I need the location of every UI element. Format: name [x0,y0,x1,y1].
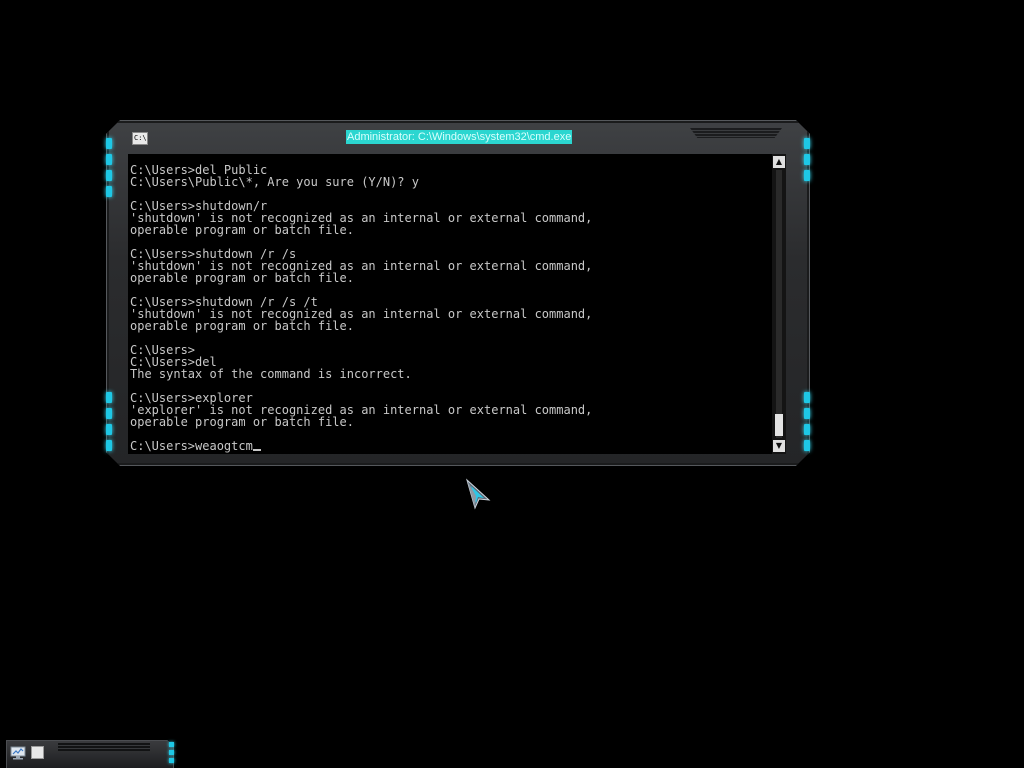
console-icon[interactable] [132,132,148,145]
taskbar-lights [169,742,174,763]
frame-lights-right-top [804,138,810,181]
console-history: C:\Users>del Public C:\Users\Public\*, A… [130,163,593,429]
scroll-up-button[interactable]: ▲ [773,156,785,168]
scroll-track[interactable] [776,170,782,438]
frame-lights-right-bottom [804,392,810,451]
frame-lights-left-bottom [106,392,112,451]
window-icon[interactable] [31,746,44,759]
console-input-line[interactable]: C:\Users>weaogtcm [130,439,253,453]
text-cursor [252,449,261,451]
console-output-area[interactable]: C:\Users>del Public C:\Users\Public\*, A… [128,154,772,454]
desktop: Administrator: C:\Windows\system32\cmd.e… [0,0,1024,768]
vertical-scrollbar[interactable]: ▲ ▼ [772,154,786,454]
title-bar[interactable]: Administrator: C:\Windows\system32\cmd.e… [124,128,792,150]
title-bar-decoration [690,128,782,138]
scroll-down-button[interactable]: ▼ [773,440,785,452]
mouse-pointer-icon [466,478,491,510]
taskbar [0,738,178,768]
command-prompt-window[interactable]: Administrator: C:\Windows\system32\cmd.e… [106,120,810,466]
frame-lights-left-top [106,138,112,197]
scroll-thumb[interactable] [775,414,783,436]
taskbar-decoration [58,743,150,751]
window-title: Administrator: C:\Windows\system32\cmd.e… [346,130,573,144]
console-text: C:\Users>del Public C:\Users\Public\*, A… [130,164,592,452]
monitor-icon[interactable] [10,746,26,760]
